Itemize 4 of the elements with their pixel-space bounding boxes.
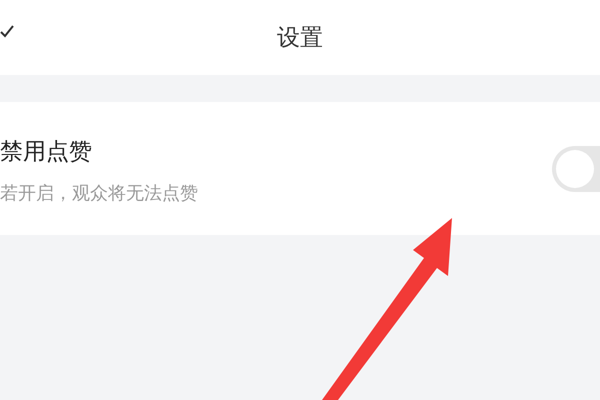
setting-title: 禁用点赞 bbox=[0, 138, 93, 167]
check-icon[interactable] bbox=[0, 24, 14, 38]
page-title: 设置 bbox=[277, 24, 323, 53]
setting-description: 若开启，观众将无法点赞 bbox=[0, 182, 199, 205]
